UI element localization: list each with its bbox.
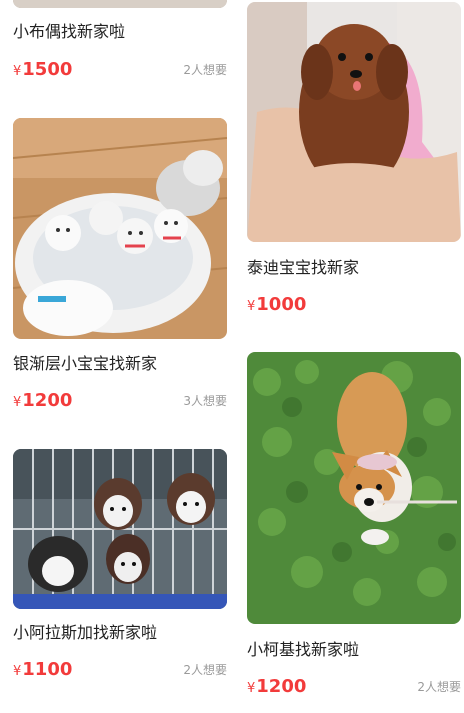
currency-symbol: ¥ xyxy=(13,64,22,79)
price-value: 1200 xyxy=(22,390,73,411)
ragdoll-kitten-photo[interactable] xyxy=(13,0,227,8)
currency-symbol: ¥ xyxy=(13,395,22,410)
want-count: 2人想要 xyxy=(183,63,227,77)
silver-shaded-kittens-photo[interactable] xyxy=(13,118,227,339)
listing-title[interactable]: 小柯基找新家啦 xyxy=(247,640,359,660)
currency-symbol: ¥ xyxy=(247,681,256,696)
price-value: 1200 xyxy=(256,676,307,697)
teddy-puppy-photo[interactable] xyxy=(247,2,461,242)
listing-price: ¥1000 xyxy=(247,294,306,318)
currency-symbol: ¥ xyxy=(13,664,22,679)
listing-title[interactable]: 泰迪宝宝找新家 xyxy=(247,258,359,278)
listing-price: ¥1500 xyxy=(13,59,72,83)
listing-card-silver-kittens[interactable]: 银渐层小宝宝找新家 ¥1200 3人想要 xyxy=(13,118,227,418)
listing-price: ¥1100 xyxy=(13,659,72,683)
price-value: 1000 xyxy=(256,294,307,315)
listing-title[interactable]: 银渐层小宝宝找新家 xyxy=(13,354,157,374)
listing-title[interactable]: 小布偶找新家啦 xyxy=(13,22,125,42)
listing-price: ¥1200 xyxy=(247,676,306,700)
want-count: 3人想要 xyxy=(183,394,227,408)
price-value: 1500 xyxy=(22,59,73,80)
listing-card-teddy[interactable]: 泰迪宝宝找新家 ¥1000 xyxy=(247,0,461,320)
listing-price: ¥1200 xyxy=(13,390,72,414)
listing-title[interactable]: 小阿拉斯加找新家啦 xyxy=(13,623,157,643)
currency-symbol: ¥ xyxy=(247,299,256,314)
listing-card-corgi[interactable]: 小柯基找新家啦 ¥1200 2人想要 xyxy=(247,352,461,713)
product-feed: 小布偶找新家啦 ¥1500 2人想要 泰迪宝宝找新家 ¥1000 银渐层小宝宝找… xyxy=(0,0,464,713)
listing-card-alaskan[interactable]: 小阿拉斯加找新家啦 ¥1100 2人想要 xyxy=(13,449,227,713)
listing-card-ragdoll[interactable]: 小布偶找新家啦 ¥1500 2人想要 xyxy=(13,0,227,90)
price-value: 1100 xyxy=(22,659,73,680)
want-count: 2人想要 xyxy=(417,680,461,694)
want-count: 2人想要 xyxy=(183,663,227,677)
alaskan-puppies-photo[interactable] xyxy=(13,449,227,609)
corgi-puppy-photo[interactable] xyxy=(247,352,461,624)
